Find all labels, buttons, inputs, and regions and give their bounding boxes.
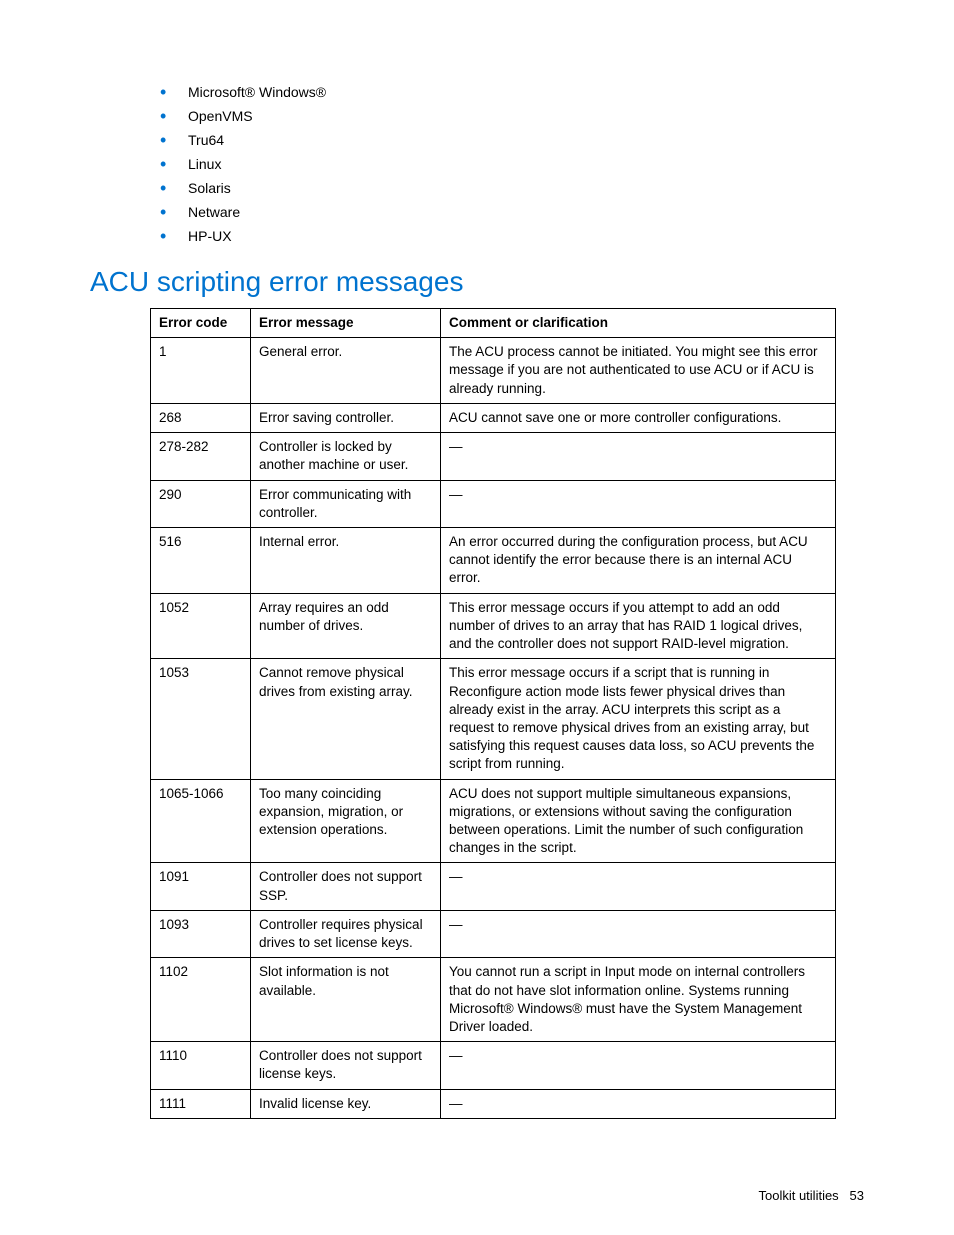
cell-error-code: 278-282 bbox=[151, 433, 251, 480]
cell-error-code: 1 bbox=[151, 338, 251, 404]
cell-comment: — bbox=[441, 433, 836, 480]
cell-error-message: Internal error. bbox=[251, 527, 441, 593]
cell-comment: ACU does not support multiple simultaneo… bbox=[441, 779, 836, 863]
section-heading: ACU scripting error messages bbox=[90, 266, 864, 298]
header-comment: Comment or clarification bbox=[441, 309, 836, 338]
cell-comment: — bbox=[441, 863, 836, 910]
table-row: 1111 Invalid license key. — bbox=[151, 1089, 836, 1118]
table-row: 290 Error communicating with controller.… bbox=[151, 480, 836, 527]
table-row: 1102 Slot information is not available. … bbox=[151, 958, 836, 1042]
cell-error-code: 1111 bbox=[151, 1089, 251, 1118]
cell-error-code: 1093 bbox=[151, 910, 251, 957]
cell-error-message: Controller does not support SSP. bbox=[251, 863, 441, 910]
list-item-text: Solaris bbox=[188, 180, 231, 196]
cell-error-message: Controller requires physical drives to s… bbox=[251, 910, 441, 957]
cell-error-code: 1065-1066 bbox=[151, 779, 251, 863]
table-row: 278-282 Controller is locked by another … bbox=[151, 433, 836, 480]
table-row: 1091 Controller does not support SSP. — bbox=[151, 863, 836, 910]
cell-error-message: Controller does not support license keys… bbox=[251, 1042, 441, 1089]
cell-comment: The ACU process cannot be initiated. You… bbox=[441, 338, 836, 404]
list-item: Netware bbox=[160, 200, 864, 224]
os-bullet-list: Microsoft® Windows® OpenVMS Tru64 Linux … bbox=[90, 80, 864, 248]
list-item-text: Microsoft® Windows® bbox=[188, 84, 326, 100]
cell-error-message: Invalid license key. bbox=[251, 1089, 441, 1118]
list-item-text: HP-UX bbox=[188, 228, 232, 244]
list-item: Microsoft® Windows® bbox=[160, 80, 864, 104]
cell-error-message: Array requires an odd number of drives. bbox=[251, 593, 441, 659]
cell-comment: — bbox=[441, 1089, 836, 1118]
table-header-row: Error code Error message Comment or clar… bbox=[151, 309, 836, 338]
table-row: 516 Internal error. An error occurred du… bbox=[151, 527, 836, 593]
cell-error-code: 1102 bbox=[151, 958, 251, 1042]
cell-comment: This error message occurs if a script th… bbox=[441, 659, 836, 779]
table-row: 1093 Controller requires physical drives… bbox=[151, 910, 836, 957]
cell-error-message: Controller is locked by another machine … bbox=[251, 433, 441, 480]
list-item-text: Tru64 bbox=[188, 132, 224, 148]
cell-error-code: 1091 bbox=[151, 863, 251, 910]
page-footer: Toolkit utilities 53 bbox=[758, 1188, 864, 1203]
list-item: Linux bbox=[160, 152, 864, 176]
cell-error-message: Too many coinciding expansion, migration… bbox=[251, 779, 441, 863]
list-item-text: Netware bbox=[188, 204, 240, 220]
cell-error-code: 516 bbox=[151, 527, 251, 593]
header-error-code: Error code bbox=[151, 309, 251, 338]
list-item: Solaris bbox=[160, 176, 864, 200]
cell-error-message: Error saving controller. bbox=[251, 403, 441, 432]
list-item: Tru64 bbox=[160, 128, 864, 152]
cell-error-code: 1052 bbox=[151, 593, 251, 659]
cell-error-code: 1110 bbox=[151, 1042, 251, 1089]
header-error-message: Error message bbox=[251, 309, 441, 338]
cell-error-message: Slot information is not available. bbox=[251, 958, 441, 1042]
table-row: 1053 Cannot remove physical drives from … bbox=[151, 659, 836, 779]
table-row: 268 Error saving controller. ACU cannot … bbox=[151, 403, 836, 432]
footer-section-name: Toolkit utilities bbox=[758, 1188, 838, 1203]
list-item-text: OpenVMS bbox=[188, 108, 253, 124]
cell-comment: This error message occurs if you attempt… bbox=[441, 593, 836, 659]
list-item: HP-UX bbox=[160, 224, 864, 248]
cell-comment: ACU cannot save one or more controller c… bbox=[441, 403, 836, 432]
cell-comment: — bbox=[441, 910, 836, 957]
list-item-text: Linux bbox=[188, 156, 221, 172]
cell-comment: — bbox=[441, 1042, 836, 1089]
cell-error-code: 268 bbox=[151, 403, 251, 432]
cell-error-message: Error communicating with controller. bbox=[251, 480, 441, 527]
table-row: 1065-1066 Too many coinciding expansion,… bbox=[151, 779, 836, 863]
cell-comment: — bbox=[441, 480, 836, 527]
cell-error-message: General error. bbox=[251, 338, 441, 404]
cell-comment: You cannot run a script in Input mode on… bbox=[441, 958, 836, 1042]
table-row: 1110 Controller does not support license… bbox=[151, 1042, 836, 1089]
footer-page-number: 53 bbox=[850, 1188, 864, 1203]
cell-error-code: 1053 bbox=[151, 659, 251, 779]
list-item: OpenVMS bbox=[160, 104, 864, 128]
table-row: 1052 Array requires an odd number of dri… bbox=[151, 593, 836, 659]
cell-comment: An error occurred during the configurati… bbox=[441, 527, 836, 593]
error-messages-table: Error code Error message Comment or clar… bbox=[150, 308, 836, 1119]
table-row: 1 General error. The ACU process cannot … bbox=[151, 338, 836, 404]
cell-error-code: 290 bbox=[151, 480, 251, 527]
document-page: Microsoft® Windows® OpenVMS Tru64 Linux … bbox=[0, 0, 954, 1235]
cell-error-message: Cannot remove physical drives from exist… bbox=[251, 659, 441, 779]
